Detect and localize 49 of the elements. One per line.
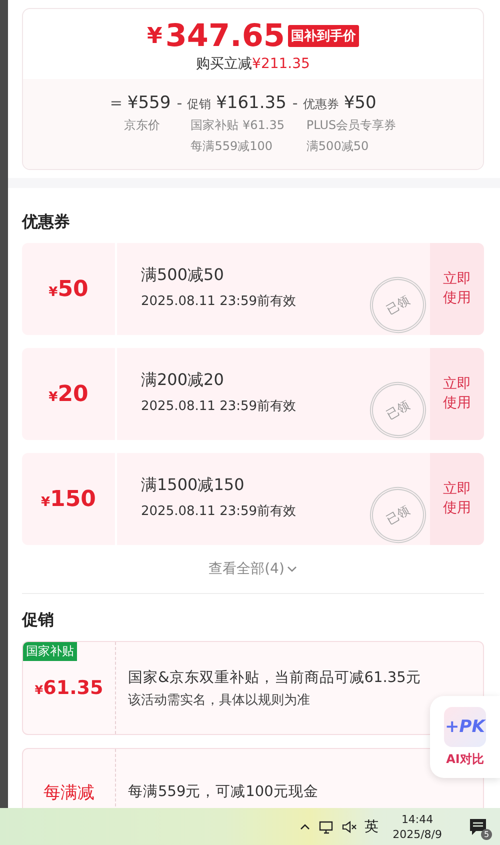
message-icon bbox=[469, 818, 487, 836]
operator: - bbox=[292, 94, 298, 112]
monitor-icon[interactable] bbox=[318, 820, 334, 834]
breakdown-note: 满500减50 bbox=[306, 138, 370, 155]
promotion-description: 每满559元，可减100元现金 bbox=[128, 783, 320, 801]
coupon-amount: ¥50 bbox=[48, 276, 88, 302]
breakdown-amount: ¥50 bbox=[344, 93, 376, 113]
view-all-link[interactable]: 查看全部(4) bbox=[202, 559, 304, 579]
breakdown-label: 优惠券 bbox=[302, 96, 339, 113]
notification-button[interactable]: 5 bbox=[466, 814, 490, 838]
coupon-amount: ¥150 bbox=[41, 486, 96, 512]
operator: = bbox=[110, 94, 122, 112]
breakdown-note: 国家补贴 ¥61.35 bbox=[190, 117, 286, 134]
chevron-down-icon bbox=[287, 566, 298, 572]
breakdown-label: 促销 bbox=[187, 96, 212, 113]
clock[interactable]: 14:44 2025/8/9 bbox=[392, 812, 442, 842]
coupon-condition: 满200减20 bbox=[141, 370, 225, 391]
compare-logo: +PK bbox=[444, 706, 486, 746]
compare-label: AI对比 bbox=[446, 750, 484, 768]
use-now-button[interactable]: 立即使用 bbox=[430, 243, 484, 335]
breakdown-note: 京东价 bbox=[124, 117, 161, 134]
breakdown-note: PLUS会员专享券 bbox=[306, 117, 396, 134]
coupon-condition: 满1500减150 bbox=[141, 475, 246, 496]
subsidy-badge: 国家补贴 bbox=[23, 642, 77, 661]
saving-text: 购买立减¥211.35 bbox=[196, 55, 310, 73]
promotion-note: 该活动需实名，具体以规则为准 bbox=[128, 692, 311, 708]
coupon-amount: ¥20 bbox=[48, 382, 88, 406]
coupon-validity: 2025.08.11 23:59前有效 bbox=[141, 503, 296, 520]
compare-widget[interactable]: +PK AI对比 bbox=[430, 696, 500, 778]
breakdown-note: 每满559减100 bbox=[190, 138, 274, 155]
coupon-validity: 2025.08.11 23:59前有效 bbox=[141, 293, 296, 310]
final-price: 347.65 bbox=[165, 19, 285, 53]
input-method-indicator[interactable]: 英 bbox=[364, 818, 379, 836]
promotion-type: 每满减 bbox=[44, 782, 94, 804]
speaker-muted-icon[interactable] bbox=[342, 820, 357, 834]
notification-count: 5 bbox=[481, 828, 492, 840]
use-now-button[interactable]: 立即使用 bbox=[430, 453, 484, 545]
use-now-button[interactable]: 立即使用 bbox=[430, 348, 484, 440]
coupon-validity: 2025.08.11 23:59前有效 bbox=[141, 398, 296, 415]
operator: - bbox=[176, 94, 182, 112]
promotion-description: 国家&京东双重补贴，当前商品可减61.35元 bbox=[128, 668, 422, 686]
section-title: 优惠券 bbox=[22, 212, 71, 233]
promotion-amount: ¥61.35 bbox=[34, 677, 104, 699]
section-title: 促销 bbox=[22, 610, 55, 631]
coupon-condition: 满500减50 bbox=[141, 265, 225, 286]
price-tag: 国补到手价 bbox=[288, 25, 359, 47]
currency-symbol: ¥ bbox=[147, 24, 162, 48]
breakdown-amount: ¥161.35 bbox=[216, 93, 286, 113]
breakdown-amount: ¥559 bbox=[127, 93, 171, 113]
